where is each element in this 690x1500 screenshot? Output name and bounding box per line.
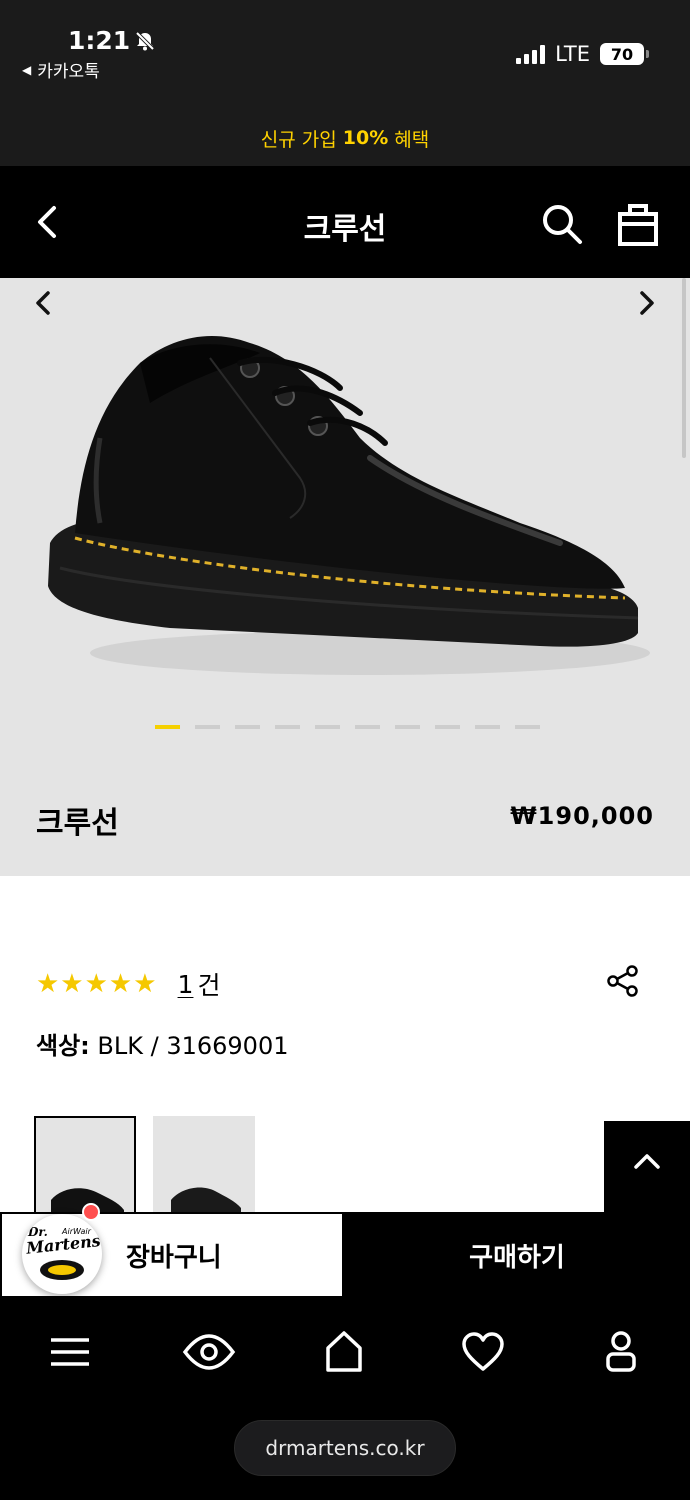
status-time: 1:21 [68, 26, 156, 55]
gallery-pagination [155, 725, 540, 729]
back-to-app[interactable]: ◀ 카카오톡 [22, 57, 100, 82]
color-info: 색상: BLK / 31669001 [36, 1026, 288, 1061]
eye-icon[interactable] [182, 1328, 236, 1376]
url-text: drmartens.co.kr [265, 1436, 425, 1460]
signal-icon [516, 44, 546, 64]
page-title: 크루선 [303, 212, 387, 247]
color-thumbnail-1[interactable] [34, 1116, 136, 1216]
rating-row[interactable]: ★★★★★ 1 건 [36, 966, 220, 1002]
color-thumbnail-2[interactable] [153, 1116, 255, 1216]
color-value: BLK / 31669001 [97, 1032, 289, 1060]
home-icon[interactable] [320, 1328, 368, 1376]
pagination-dot[interactable] [155, 725, 180, 729]
menu-icon[interactable] [46, 1328, 94, 1376]
product-info: ★★★★★ 1 건 색상: BLK / 31669001 [0, 876, 690, 1216]
pagination-dot[interactable] [435, 725, 460, 729]
pagination-dot[interactable] [235, 725, 260, 729]
pagination-dot[interactable] [315, 725, 340, 729]
review-unit: 건 [197, 971, 221, 1000]
pagination-dot[interactable] [475, 725, 500, 729]
user-icon[interactable] [597, 1328, 645, 1376]
promo-prefix: 신규 가입 [260, 128, 337, 151]
promo-highlight: 10% [342, 127, 389, 149]
product-name: 크루선 [36, 806, 119, 841]
status-indicators: LTE 70 [516, 42, 649, 66]
buy-now-button[interactable]: 구매하기 [344, 1212, 690, 1298]
gallery-next-icon[interactable] [634, 288, 660, 318]
pagination-dot[interactable] [395, 725, 420, 729]
app-header: 크루선 [0, 166, 690, 278]
product-gallery[interactable]: 크루선 ₩190,000 [0, 278, 690, 876]
color-label: 색상: [36, 1032, 90, 1060]
status-bar: 1:21 ◀ 카카오톡 LTE 70 [0, 0, 690, 110]
cart-label: 장바구니 [126, 1242, 222, 1273]
scroll-top-button[interactable] [604, 1121, 690, 1212]
pagination-dot[interactable] [195, 725, 220, 729]
bell-muted-icon [135, 31, 155, 50]
shopping-bag-icon[interactable] [614, 200, 662, 248]
product-price: ₩190,000 [510, 802, 654, 830]
promo-banner[interactable]: 신규 가입 10% 혜택 [0, 110, 690, 166]
dr-martens-logo: Dr. AirWair Martens [24, 1225, 102, 1288]
product-image [48, 335, 650, 675]
gallery-prev-icon[interactable] [30, 288, 56, 318]
browser-url-bar[interactable]: drmartens.co.kr [234, 1420, 456, 1476]
buy-label: 구매하기 [469, 1242, 565, 1273]
pagination-dot[interactable] [355, 725, 380, 729]
back-triangle-icon: ◀ [22, 62, 32, 77]
pagination-dot[interactable] [515, 725, 540, 729]
review-count[interactable]: 1 [178, 970, 194, 999]
thumbnail-shoe-image [171, 1187, 241, 1216]
network-type: LTE [555, 42, 590, 66]
back-app-label: 카카오톡 [37, 62, 100, 82]
battery-level: 70 [610, 44, 634, 64]
rating-stars: ★★★★★ [36, 969, 158, 999]
promo-suffix: 혜택 [394, 128, 430, 151]
brand-logo-badge[interactable]: Dr. AirWair Martens [22, 1214, 102, 1294]
chevron-up-icon [634, 1154, 660, 1169]
battery-icon: 70 [600, 43, 649, 65]
share-icon[interactable] [606, 964, 640, 998]
bottom-tab-bar: drmartens.co.kr [0, 1298, 690, 1500]
status-time-text: 1:21 [68, 26, 131, 55]
notification-dot [82, 1203, 100, 1221]
heart-icon[interactable] [459, 1328, 507, 1376]
gallery-scrollbar[interactable] [682, 278, 686, 458]
search-icon[interactable] [540, 202, 584, 246]
pagination-dot[interactable] [275, 725, 300, 729]
